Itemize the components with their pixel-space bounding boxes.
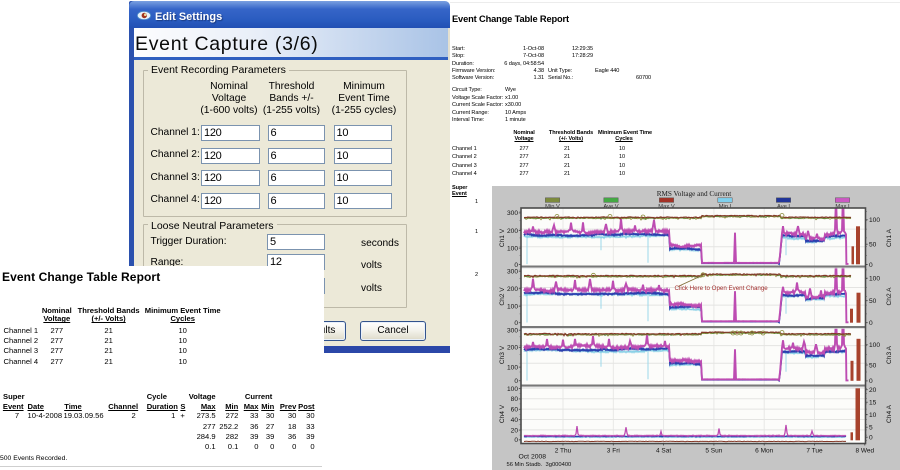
svg-text:Ch3 V: Ch3 V [499, 345, 506, 364]
svg-text:Ch2 V: Ch2 V [499, 287, 506, 306]
svg-text:100: 100 [507, 304, 518, 311]
svg-text:RMS Voltage and Current: RMS Voltage and Current [657, 190, 732, 198]
svg-text:50: 50 [869, 362, 877, 369]
svg-text:200: 200 [507, 286, 518, 293]
svg-text:0: 0 [869, 262, 873, 269]
svg-text:Ch4 V: Ch4 V [499, 404, 506, 423]
svg-text:4 Sat: 4 Sat [656, 448, 671, 455]
svg-text:100: 100 [507, 386, 518, 393]
svg-text:20: 20 [511, 427, 519, 434]
svg-text:Ch1 A: Ch1 A [886, 228, 893, 247]
svg-text:5: 5 [869, 425, 873, 432]
svg-text:100: 100 [869, 217, 880, 224]
svg-text:0: 0 [514, 320, 518, 327]
svg-text:0: 0 [869, 435, 873, 442]
svg-text:0: 0 [869, 320, 873, 327]
svg-text:Click Here to Open Event Chang: Click Here to Open Event Change [675, 285, 769, 292]
svg-text:300: 300 [507, 328, 518, 335]
svg-text:100: 100 [507, 364, 518, 371]
svg-text:100: 100 [507, 245, 518, 252]
svg-text:300: 300 [507, 269, 518, 276]
svg-text:50: 50 [869, 242, 877, 249]
svg-text:Ch1 V: Ch1 V [499, 228, 506, 247]
svg-text:Ch3 A: Ch3 A [886, 345, 893, 364]
svg-text:8 Wed: 8 Wed [855, 448, 874, 455]
svg-text:0: 0 [869, 378, 873, 385]
svg-text:20: 20 [869, 387, 877, 394]
svg-text:200: 200 [507, 228, 518, 235]
svg-text:7 Tue: 7 Tue [806, 448, 823, 455]
svg-text:0: 0 [514, 437, 518, 444]
svg-text:100: 100 [869, 276, 880, 283]
svg-text:2 Thu: 2 Thu [555, 448, 572, 455]
svg-text:56 Min Stadb. 3g000400: 56 Min Stadb. 3g000400 [507, 462, 572, 468]
svg-text:100: 100 [869, 342, 880, 349]
svg-text:300: 300 [507, 210, 518, 217]
svg-text:40: 40 [511, 417, 519, 424]
svg-text:10: 10 [869, 412, 877, 419]
svg-text:5 Sun: 5 Sun [705, 448, 722, 455]
svg-text:50: 50 [869, 298, 877, 305]
svg-text:Ch4 A: Ch4 A [886, 404, 893, 423]
svg-text:200: 200 [507, 345, 518, 352]
svg-text:Ch2 A: Ch2 A [886, 287, 893, 306]
svg-text:Oct 2008: Oct 2008 [519, 454, 547, 461]
svg-text:15: 15 [869, 400, 877, 407]
svg-text:80: 80 [511, 396, 519, 403]
svg-text:3 Fri: 3 Fri [607, 448, 620, 455]
svg-text:6 Mon: 6 Mon [755, 448, 773, 455]
svg-text:60: 60 [511, 407, 519, 414]
svg-text:0: 0 [514, 378, 518, 385]
